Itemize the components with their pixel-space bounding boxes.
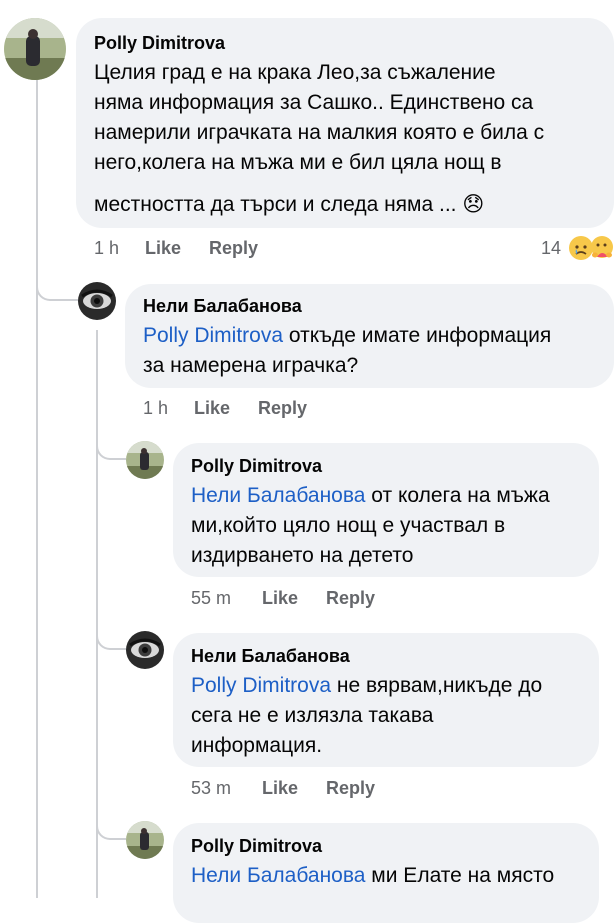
thread-connector [96, 430, 126, 460]
reaction-count[interactable]: 14 [541, 238, 561, 259]
comment-text-fragment: откъде имате информация [283, 324, 552, 347]
comment-author[interactable]: Нели Балабанова [191, 646, 350, 667]
like-button[interactable]: Like [145, 238, 181, 259]
avatar[interactable] [78, 282, 116, 320]
comment-author[interactable]: Polly Dimitrova [191, 456, 322, 477]
comment-time[interactable]: 1 h [143, 398, 168, 419]
sad-face-emoji: 😞 [462, 193, 485, 216]
comment-text-line: Polly Dimitrova не вярвам,никъде до [191, 674, 542, 698]
mention-link[interactable]: Нели Балабанова [191, 484, 365, 507]
reply-button[interactable]: Reply [209, 238, 258, 259]
reply-button[interactable]: Reply [258, 398, 307, 419]
thread-connector [96, 620, 126, 650]
comment-author[interactable]: Polly Dimitrova [191, 836, 322, 857]
comment-text-line: за намерена играчка? [143, 354, 359, 377]
care-reaction-icon[interactable] [590, 235, 614, 261]
comment-text-line: намерили играчката на малкия която е бил… [94, 121, 545, 144]
thread-line-main [36, 80, 38, 898]
comment-text-line: няма информация за Сашко.. Единствено са [94, 91, 534, 114]
comment-author[interactable]: Polly Dimitrova [94, 33, 225, 54]
reply-button[interactable]: Reply [326, 778, 375, 799]
like-button[interactable]: Like [262, 588, 298, 609]
thread-connector [96, 810, 126, 840]
comment-text-line: местността да търси и следа няма ... 😞 [94, 192, 484, 217]
avatar[interactable] [4, 18, 66, 80]
like-button[interactable]: Like [194, 398, 230, 419]
like-button[interactable]: Like [262, 778, 298, 799]
mention-link[interactable]: Polly Dimitrova [191, 674, 331, 697]
comment-text-line: информация. [191, 734, 323, 757]
avatar[interactable] [126, 441, 164, 479]
avatar[interactable] [126, 821, 164, 859]
comment-text-line: Polly Dimitrova откъде имате информация [143, 324, 551, 348]
thread-connector [36, 258, 78, 301]
comment-time[interactable]: 53 m [191, 778, 231, 799]
reply-button[interactable]: Reply [326, 588, 375, 609]
comment-author[interactable]: Нели Балабанова [143, 296, 302, 317]
mention-link[interactable]: Нели Балабанова [191, 864, 365, 887]
comment-text-line: Нели Балабанова ми Елате на място [191, 864, 554, 888]
comment-text-line: Нели Балабанова от колега на мъжа [191, 484, 550, 508]
comment-text-line: него,колега на мъжа ми е бил цяла нощ в [94, 151, 502, 174]
comment-text-line: издирването на детето [191, 544, 414, 567]
comment-time[interactable]: 1 h [94, 238, 119, 259]
comment-text-line: сега не е излязла такава [191, 704, 434, 727]
comment-text-fragment: ми Елате на място [365, 864, 555, 887]
comment-text-line: Целия град е на крака Лео,за съжаление [94, 61, 496, 84]
avatar[interactable] [126, 631, 164, 669]
comment-text-fragment: местността да търси и следа няма ... [94, 193, 457, 216]
mention-link[interactable]: Polly Dimitrova [143, 324, 283, 347]
comment-text-fragment: от колега на мъжа [365, 484, 550, 507]
comment-text-line: ми,който цяло нощ е участвал в [191, 514, 506, 537]
comment-time[interactable]: 55 m [191, 588, 231, 609]
comment-text-fragment: не вярвам,никъде до [331, 674, 543, 697]
